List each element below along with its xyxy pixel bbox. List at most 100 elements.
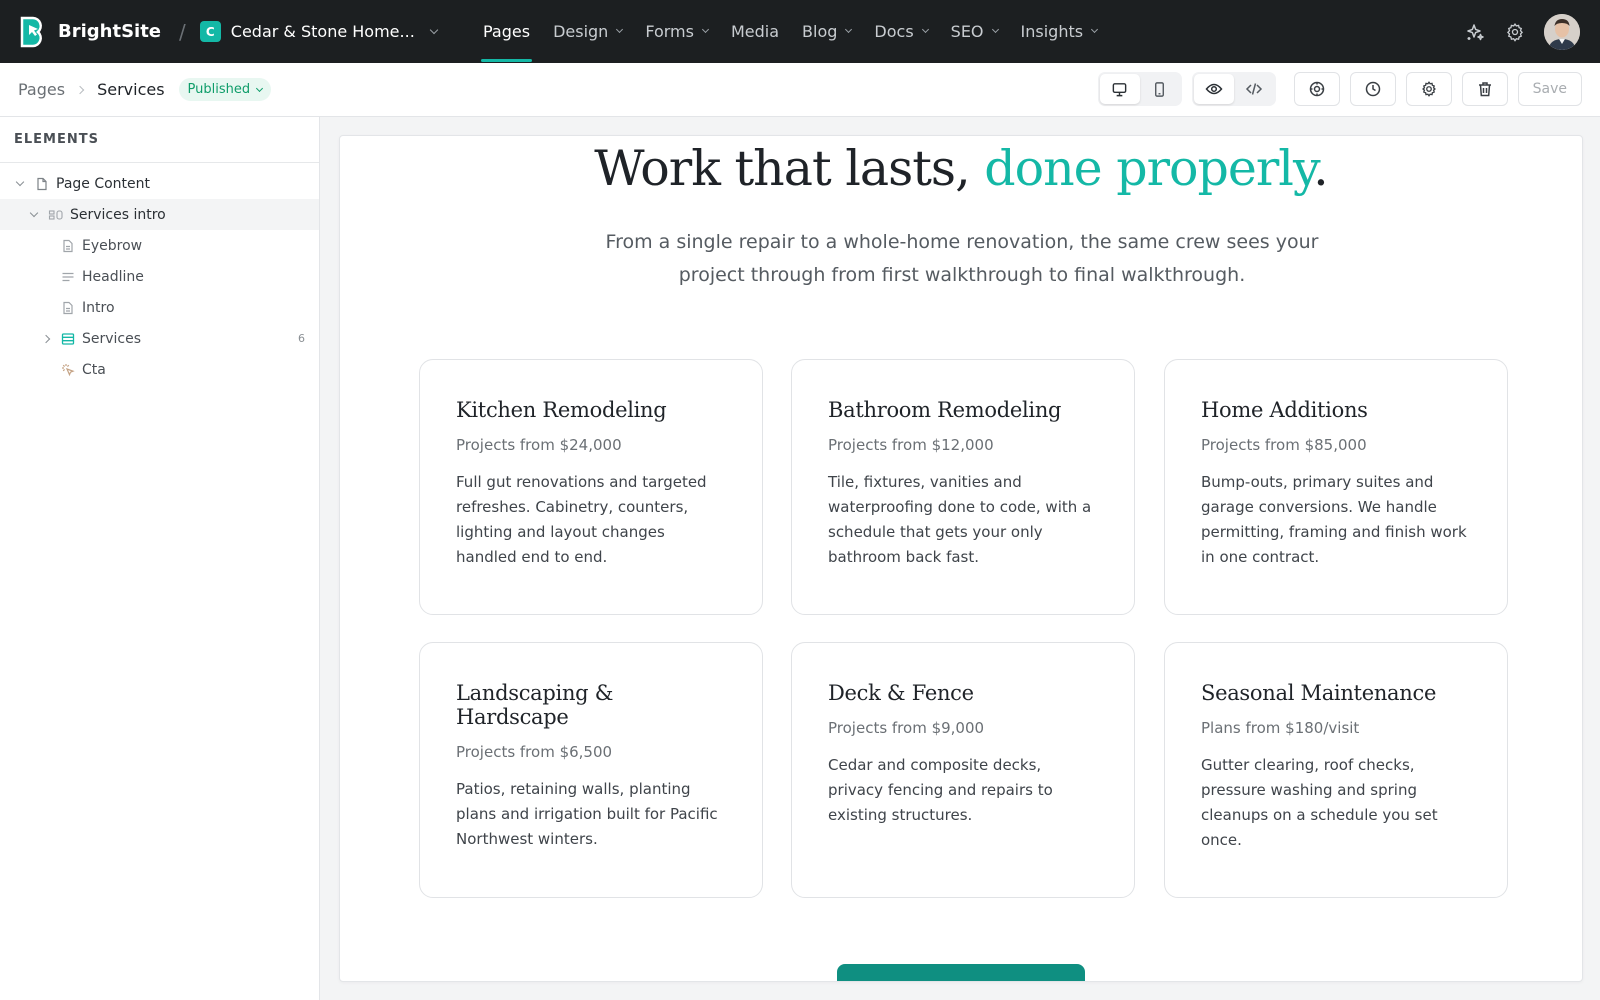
top-right-actions — [1446, 0, 1580, 63]
save-button[interactable]: Save — [1517, 72, 1582, 106]
gear-icon — [1421, 81, 1436, 97]
text-lines-icon — [60, 269, 76, 285]
gear-icon[interactable] — [1504, 21, 1526, 43]
tree-item-intro[interactable]: Intro — [0, 292, 319, 323]
page-toolbar: Pages Services Published Save — [0, 63, 1600, 117]
cta-button[interactable] — [837, 964, 1085, 981]
tree-item-label: Services — [82, 330, 142, 347]
breadcrumb-separator: / — [179, 19, 186, 44]
chevron-down-icon[interactable] — [28, 208, 40, 218]
site-switcher[interactable]: C Cedar & Stone Home... — [199, 21, 439, 42]
service-description: Cedar and composite decks, privacy fenci… — [828, 756, 1053, 824]
tree-item-page-content[interactable]: Page Content — [0, 168, 319, 199]
code-view-button[interactable] — [1234, 74, 1274, 104]
monitor-icon — [1112, 82, 1127, 96]
nav-item-label: Docs — [874, 22, 914, 41]
service-description: Gutter clearing, roof checks, pressure w… — [1201, 756, 1438, 849]
theme-button[interactable] — [1293, 72, 1340, 106]
section-icon — [48, 207, 64, 223]
phone-icon — [1155, 81, 1165, 97]
doc-icon — [60, 238, 76, 254]
breadcrumb-pages-link[interactable]: Pages — [18, 80, 65, 99]
service-title: Bathroom Remodeling — [828, 398, 1062, 422]
sidebar-title: ELEMENTS — [0, 117, 319, 163]
service-price: Plans from $180/visit — [1201, 719, 1360, 737]
service-card[interactable]: Bathroom Remodeling Projects from $12,000… — [791, 359, 1135, 615]
site-name: Cedar & Stone Home... — [230, 22, 415, 41]
chevron-down-icon — [616, 25, 624, 34]
page-preview-canvas: Work that lasts, done properly. From a s… — [339, 135, 1583, 982]
nav-item-forms[interactable]: Forms — [645, 0, 710, 63]
tree-item-services[interactable]: Services 6 — [0, 323, 319, 354]
code-icon — [1245, 83, 1262, 95]
page-settings-button[interactable] — [1405, 72, 1452, 106]
top-navigation-bar: BrightSite / C Cedar & Stone Home... Pag… — [0, 0, 1600, 63]
nav-item-blog[interactable]: Blog — [802, 0, 853, 63]
nav-item-label: Insights — [1020, 22, 1084, 41]
chevron-down-icon — [256, 84, 264, 93]
nav-item-design[interactable]: Design — [553, 0, 624, 63]
tree-item-headline[interactable]: Headline — [0, 261, 319, 292]
nav-item-insights[interactable]: Insights — [1020, 0, 1099, 63]
service-card[interactable]: Home Additions Projects from $85,000 Bump-… — [1164, 359, 1508, 615]
chevron-right-icon — [75, 85, 85, 94]
headline-main: Work that lasts, — [594, 140, 985, 197]
preview-button[interactable] — [1193, 74, 1234, 104]
desktop-view-button[interactable] — [1099, 74, 1140, 104]
service-description: Tile, fixtures, vanities and waterproofi… — [828, 473, 1092, 566]
chevron-down-icon — [991, 25, 999, 34]
element-tree: Page Content Services intro Eyebrow Headlin… — [0, 163, 319, 385]
mobile-view-button[interactable] — [1140, 74, 1180, 104]
tree-item-label: Headline — [82, 268, 144, 285]
service-description: Bump-outs, primary suites and garage con… — [1201, 473, 1467, 566]
nav-item-seo[interactable]: SEO — [950, 0, 999, 63]
service-description: Patios, retaining walls, planting plans … — [456, 780, 718, 848]
nav-item-media[interactable]: Media — [731, 0, 779, 63]
headline-accent: done properly — [984, 140, 1314, 197]
headline[interactable]: Work that lasts, done properly. — [340, 140, 1582, 197]
sparkle-icon[interactable] — [1464, 21, 1486, 43]
tree-item-label: Intro — [82, 299, 115, 316]
doc-icon — [60, 300, 76, 316]
chevron-down-icon — [429, 25, 439, 34]
nav-item-label: SEO — [950, 22, 984, 41]
service-title: Deck & Fence — [828, 681, 974, 705]
service-price: Projects from $9,000 — [828, 719, 985, 737]
nav-item-label: Forms — [645, 22, 694, 41]
service-card[interactable]: Landscaping & Hardscape Projects from $6,… — [419, 642, 763, 898]
intro-text[interactable]: From a single repair to a whole-home ren… — [590, 226, 1334, 292]
tree-item-label: Eyebrow — [82, 237, 143, 254]
clock-icon — [1365, 81, 1380, 97]
history-button[interactable] — [1349, 72, 1396, 106]
elements-sidebar: ELEMENTS Page Content Services intro Eyebr… — [0, 117, 320, 1000]
status-dropdown[interactable]: Published — [178, 78, 272, 101]
avatar[interactable] — [1544, 13, 1580, 50]
delete-page-button[interactable] — [1461, 72, 1508, 106]
service-price: Projects from $85,000 — [1201, 436, 1367, 454]
tree-item-cta[interactable]: Cta — [0, 354, 319, 385]
service-title: Kitchen Remodeling — [456, 398, 667, 422]
cta-icon — [60, 362, 76, 378]
view-mode-toggle — [1191, 72, 1276, 106]
service-card[interactable]: Kitchen Remodeling Projects from $24,000 F… — [419, 359, 763, 615]
tree-item-label: Cta — [82, 361, 106, 378]
service-price: Projects from $24,000 — [456, 436, 622, 454]
brand[interactable]: BrightSite — [20, 16, 161, 48]
headline-end: . — [1313, 140, 1329, 197]
status-label: Published — [187, 82, 251, 97]
tree-item-eyebrow[interactable]: Eyebrow — [0, 230, 319, 261]
breadcrumb-current-page: Services — [97, 80, 165, 99]
chevron-down-icon[interactable] — [14, 177, 26, 187]
palette-icon — [1309, 81, 1324, 97]
service-price: Projects from $6,500 — [456, 743, 613, 761]
service-card[interactable]: Seasonal Maintenance Plans from $180/visi… — [1164, 642, 1508, 898]
tree-item-services-intro[interactable]: Services intro — [0, 199, 319, 230]
chevron-right-icon[interactable] — [40, 334, 52, 343]
chevron-down-icon — [921, 25, 929, 34]
service-card[interactable]: Deck & Fence Projects from $9,000 Cedar an… — [791, 642, 1135, 898]
list-icon — [60, 331, 76, 347]
chevron-down-icon — [1091, 25, 1099, 34]
eye-icon — [1205, 83, 1223, 95]
nav-item-pages[interactable]: Pages — [480, 0, 533, 63]
nav-item-docs[interactable]: Docs — [874, 0, 929, 63]
